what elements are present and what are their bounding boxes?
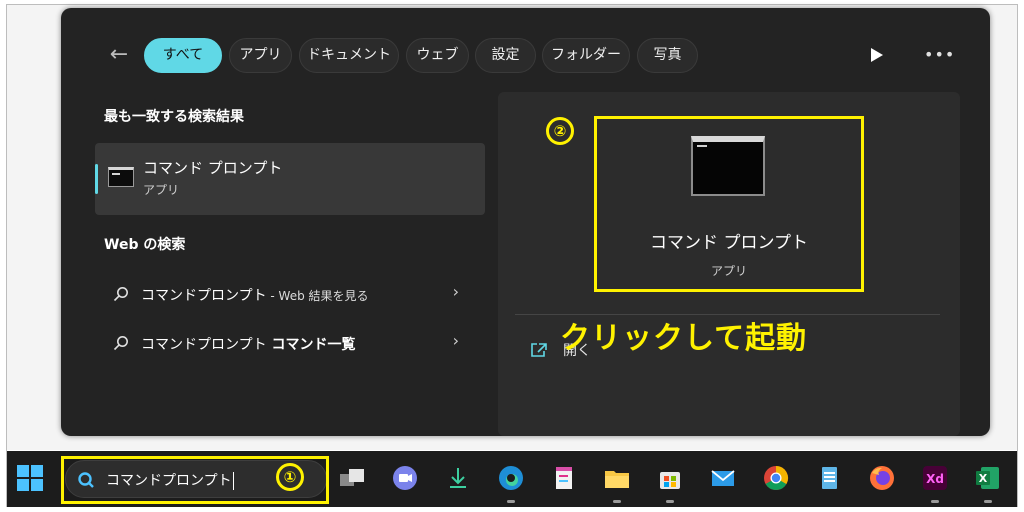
web-search-heading: Web の検索 <box>104 237 186 253</box>
chip-folders[interactable]: フォルダー <box>542 38 630 73</box>
task-view-icon[interactable] <box>337 463 367 493</box>
best-match-heading: 最も一致する検索結果 <box>104 109 244 125</box>
mail-icon[interactable] <box>708 463 738 493</box>
web-search-item-label: コマンドプロンプト - Web 結果を見る <box>141 288 369 304</box>
chip-documents[interactable]: ドキュメント <box>299 38 399 73</box>
back-arrow-icon[interactable]: ← <box>106 40 132 70</box>
web-search-item-label: コマンドプロンプト コマンド一覧 <box>141 337 356 353</box>
adobe-xd-icon[interactable]: Xd <box>920 463 950 493</box>
notepad-app-icon[interactable] <box>549 463 579 493</box>
microsoft-store-icon[interactable] <box>655 463 685 493</box>
best-match-result[interactable]: コマンド プロンプト アプリ <box>95 143 485 215</box>
chip-web[interactable]: ウェブ <box>406 38 469 73</box>
best-match-type: アプリ <box>143 183 180 197</box>
file-explorer-icon[interactable] <box>602 463 632 493</box>
running-indicator <box>507 500 515 503</box>
command-prompt-icon <box>108 167 134 187</box>
annotation-highlight-2 <box>594 116 864 292</box>
running-indicator <box>613 500 621 503</box>
chip-apps[interactable]: アプリ <box>229 38 292 73</box>
excel-icon[interactable]: X <box>973 463 1003 493</box>
best-match-name: コマンド プロンプト <box>143 159 283 177</box>
windows-start-icon[interactable] <box>17 465 43 491</box>
edge-browser-icon[interactable] <box>496 463 526 493</box>
running-indicator <box>666 500 674 503</box>
svg-text:X: X <box>979 472 988 485</box>
selection-indicator <box>95 164 98 194</box>
chip-settings[interactable]: 設定 <box>475 38 536 73</box>
teams-chat-icon[interactable] <box>390 463 420 493</box>
chip-photos[interactable]: 写真 <box>637 38 698 73</box>
svg-text:Xd: Xd <box>926 472 944 486</box>
more-options-icon[interactable]: ••• <box>924 40 954 70</box>
annotation-step-1: ① <box>276 463 304 491</box>
download-icon[interactable] <box>443 463 473 493</box>
search-icon <box>113 336 128 351</box>
annotation-callout: クリックして起動 <box>560 321 808 356</box>
web-search-item[interactable]: コマンドプロンプト コマンド一覧 › <box>95 323 485 363</box>
chevron-right-icon: › <box>452 331 459 350</box>
annotation-step-2: ② <box>546 117 574 145</box>
notepad-icon[interactable] <box>814 463 844 493</box>
search-icon <box>113 287 128 302</box>
open-icon[interactable] <box>530 342 548 358</box>
firefox-browser-icon[interactable] <box>867 463 897 493</box>
play-icon[interactable] <box>867 44 887 66</box>
running-indicator <box>984 500 992 503</box>
chevron-right-icon: › <box>452 282 459 301</box>
chrome-browser-icon[interactable] <box>761 463 791 493</box>
chip-all[interactable]: すべて <box>144 38 222 73</box>
web-search-item[interactable]: コマンドプロンプト - Web 結果を見る › <box>95 274 485 314</box>
running-indicator <box>931 500 939 503</box>
